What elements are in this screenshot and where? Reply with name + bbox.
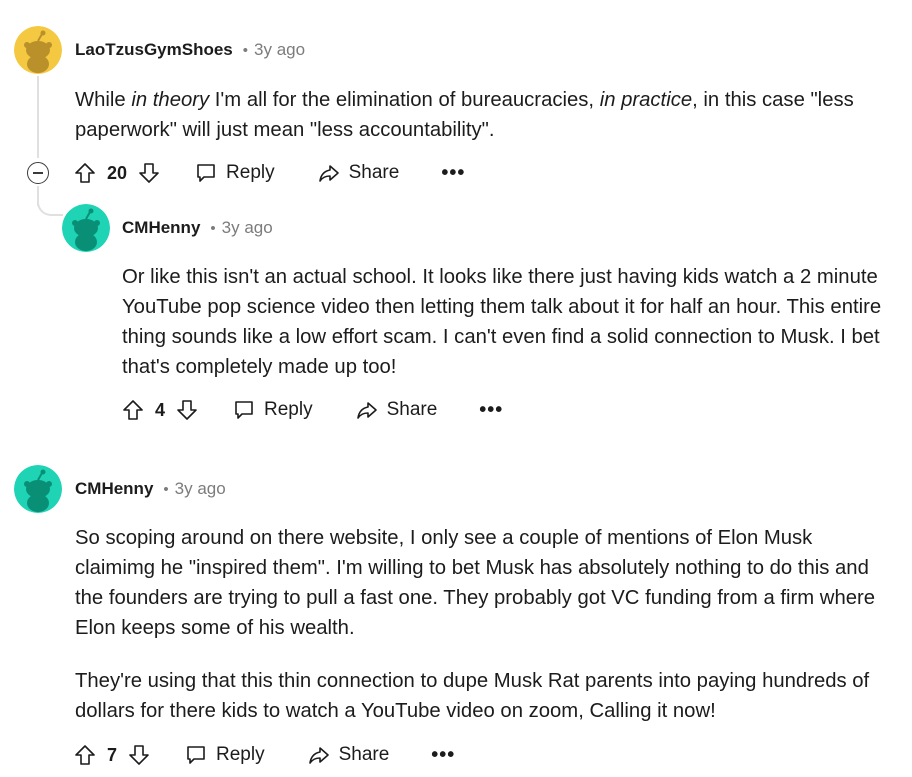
- timestamp[interactable]: 3y ago: [254, 40, 305, 60]
- snoo-avatar-icon: [62, 204, 110, 252]
- share-icon: [308, 747, 329, 764]
- upvote-button[interactable]: [73, 161, 97, 185]
- reply-button[interactable]: Reply: [232, 398, 313, 422]
- separator-dot: •: [210, 219, 216, 237]
- body-text-italic: in practice: [599, 89, 693, 111]
- share-label: Share: [348, 162, 400, 183]
- author-name[interactable]: LaoTzusGymShoes: [75, 40, 233, 60]
- comment-body: Or like this isn't an actual school. It …: [122, 262, 897, 382]
- reply-button[interactable]: Reply: [184, 743, 265, 767]
- separator-dot: •: [163, 480, 169, 498]
- comment-body: While in theory I'm all for the eliminat…: [75, 85, 895, 145]
- downvote-button[interactable]: [127, 743, 151, 767]
- reply-label: Reply: [264, 399, 313, 420]
- timestamp[interactable]: 3y ago: [175, 479, 226, 499]
- reply-icon: [235, 401, 253, 419]
- separator-dot: •: [242, 41, 249, 59]
- thread-line: [37, 76, 39, 158]
- comment-actions: 4 Reply Share •••: [121, 393, 503, 427]
- author-name[interactable]: CMHenny: [75, 479, 153, 499]
- body-text: While: [75, 89, 132, 111]
- more-options-button[interactable]: •••: [431, 744, 455, 767]
- body-paragraph: They're using that this thin connection …: [75, 670, 870, 722]
- share-button[interactable]: Share: [317, 161, 400, 185]
- avatar[interactable]: [62, 204, 110, 252]
- share-label: Share: [338, 744, 390, 765]
- body-paragraph: So scoping around on there website, I on…: [75, 527, 876, 639]
- downvote-button[interactable]: [175, 398, 199, 422]
- upvote-button[interactable]: [121, 398, 145, 422]
- snoo-avatar-icon: [14, 26, 62, 74]
- share-label: Share: [386, 399, 438, 420]
- share-icon: [356, 402, 377, 419]
- reply-button[interactable]: Reply: [194, 161, 275, 185]
- share-button[interactable]: Share: [307, 743, 390, 767]
- reply-icon: [187, 746, 205, 764]
- more-options-button[interactable]: •••: [479, 399, 503, 422]
- vote-score: 7: [107, 744, 118, 765]
- downvote-icon: [139, 163, 159, 183]
- body-paragraph: Or like this isn't an actual school. It …: [122, 266, 882, 378]
- comment-actions: 20 Reply Share •••: [73, 156, 465, 190]
- upvote-icon: [75, 163, 95, 183]
- upvote-icon: [123, 400, 143, 420]
- thread-connector: [37, 196, 63, 216]
- body-text: I'm all for the elimination of bureaucra…: [209, 89, 600, 111]
- vote-score: 20: [107, 162, 128, 183]
- vote-score: 4: [155, 399, 166, 420]
- share-button[interactable]: Share: [355, 398, 438, 422]
- downvote-icon: [129, 745, 149, 765]
- comment-body: So scoping around on there website, I on…: [75, 523, 897, 726]
- downvote-icon: [177, 400, 197, 420]
- reply-label: Reply: [226, 162, 275, 183]
- reply-icon: [197, 164, 215, 182]
- reply-label: Reply: [216, 744, 265, 765]
- downvote-button[interactable]: [137, 161, 161, 185]
- author-name[interactable]: CMHenny: [122, 218, 200, 238]
- share-icon: [318, 165, 339, 182]
- upvote-button[interactable]: [73, 743, 97, 767]
- avatar[interactable]: [14, 465, 62, 513]
- comment-actions: 7 Reply Share •••: [73, 738, 455, 772]
- avatar[interactable]: [14, 26, 62, 74]
- snoo-avatar-icon: [14, 465, 62, 513]
- upvote-icon: [75, 745, 95, 765]
- more-options-button[interactable]: •••: [441, 162, 465, 185]
- collapse-icon[interactable]: [27, 162, 49, 184]
- body-text-italic: in theory: [131, 89, 210, 111]
- timestamp[interactable]: 3y ago: [222, 218, 273, 238]
